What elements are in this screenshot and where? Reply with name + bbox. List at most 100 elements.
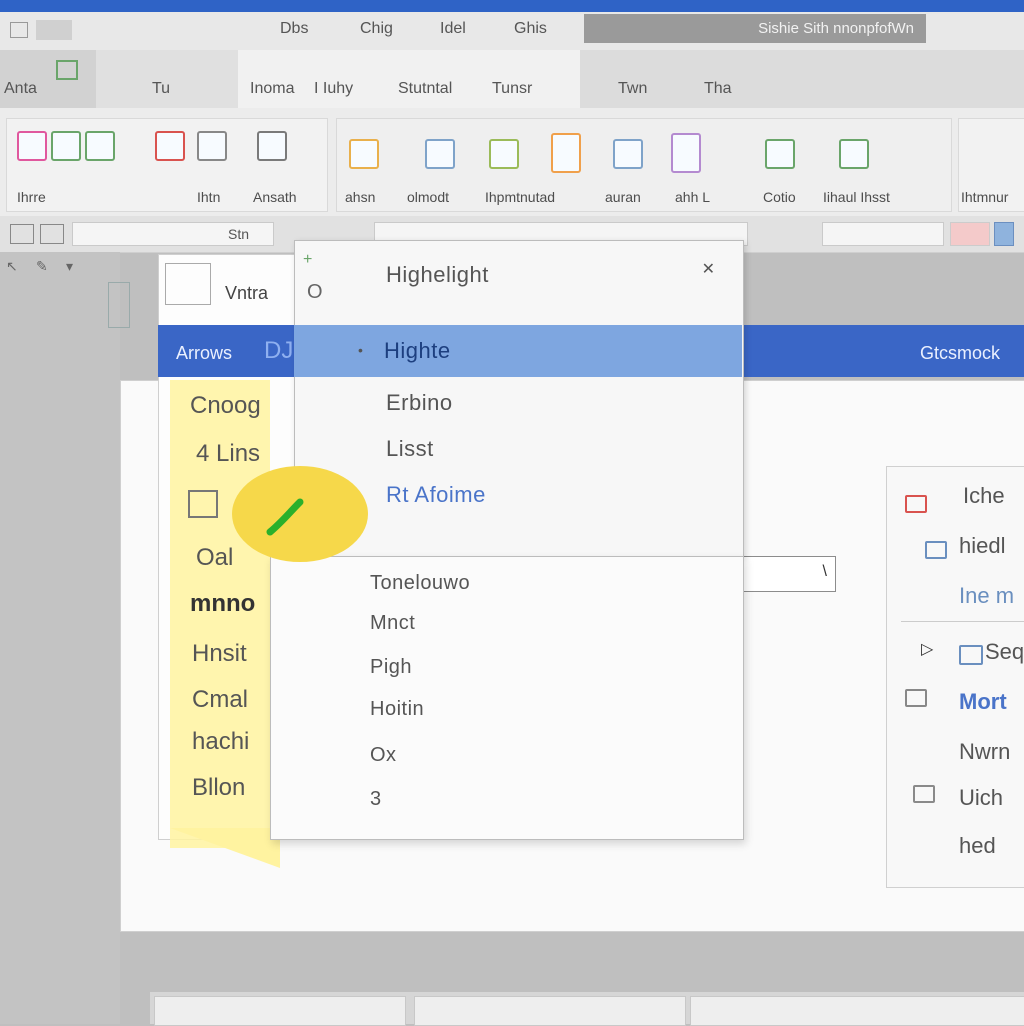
pen-icon[interactable]: ✎ bbox=[36, 258, 48, 275]
ribbon-label: Ihtmnur bbox=[961, 189, 1009, 205]
format-icon[interactable] bbox=[51, 131, 81, 161]
chart-icon[interactable] bbox=[155, 131, 185, 161]
header-right-label: Gtcsmock bbox=[920, 343, 1001, 363]
right-panel-item[interactable]: hiedl bbox=[959, 533, 1005, 559]
chevron-icon: \ bbox=[822, 563, 827, 580]
ribbon-tab-active-area: Inoma I Iuhy Stutntal Tunsr bbox=[238, 50, 580, 108]
folder-icon[interactable] bbox=[349, 139, 379, 169]
ribbon-label: Ihtn bbox=[197, 189, 221, 205]
right-panel-item[interactable]: Uich bbox=[959, 785, 1003, 811]
quick-access: Anta bbox=[0, 50, 96, 108]
tag-icon bbox=[905, 495, 927, 513]
right-panel: Iche hiedl Ine m ▷ Seq Mort Nwrn Uich he… bbox=[886, 466, 1024, 888]
ribbon-label: ahsn bbox=[345, 189, 376, 205]
menu-item[interactable]: 3 bbox=[370, 788, 382, 811]
ribbon-label: Ansath bbox=[253, 189, 297, 205]
ribbon-label: auran bbox=[605, 189, 641, 205]
panel-icon[interactable] bbox=[994, 222, 1014, 246]
panel-top-label: Vntra bbox=[225, 283, 269, 303]
tab-item[interactable]: Chig bbox=[360, 20, 393, 38]
printer-icon bbox=[925, 541, 947, 559]
menu-item[interactable]: Hoitin bbox=[370, 698, 424, 721]
ribbon-tab[interactable]: Tu bbox=[152, 80, 170, 98]
taskbar-item[interactable] bbox=[414, 996, 686, 1026]
right-panel-item[interactable]: Mort bbox=[959, 689, 1007, 715]
ribbon-tab[interactable]: Tha bbox=[704, 80, 732, 98]
ribbon-tab[interactable]: I Iuhy bbox=[314, 80, 353, 98]
paste-icon[interactable] bbox=[17, 131, 47, 161]
page-icon[interactable] bbox=[551, 133, 581, 173]
input-field[interactable]: \ bbox=[742, 556, 836, 592]
ribbon-tab[interactable]: Inoma bbox=[250, 80, 294, 98]
copy-icon[interactable] bbox=[40, 224, 64, 244]
ribbon-label: olmodt bbox=[407, 189, 450, 205]
ribbon-tab[interactable]: Tunsr bbox=[492, 80, 532, 98]
ribbon-tab[interactable]: Twn bbox=[618, 80, 647, 98]
tab-thumb-icon[interactable] bbox=[36, 20, 72, 40]
close-icon[interactable]: ✕ bbox=[702, 259, 715, 279]
title-bar bbox=[0, 0, 1024, 12]
menu-item-selected[interactable]: Highte bbox=[384, 338, 451, 364]
right-panel-item[interactable]: Ine m bbox=[959, 583, 1014, 609]
window-icon bbox=[10, 22, 28, 38]
arrow-icon[interactable]: ↖ bbox=[6, 258, 18, 275]
right-panel-item[interactable]: Iche bbox=[963, 483, 1005, 509]
ribbon-group-right: Ihtmnur bbox=[958, 118, 1024, 212]
toolbar-label: Stn bbox=[228, 226, 250, 242]
ribbon-tab[interactable]: Stutntal bbox=[398, 80, 452, 98]
tab-item[interactable]: Idel bbox=[440, 20, 466, 38]
right-panel-item[interactable]: hed bbox=[959, 833, 996, 859]
document-icon bbox=[56, 60, 78, 80]
list-item[interactable]: Cnoog bbox=[190, 392, 261, 420]
toolbar-field[interactable] bbox=[822, 222, 944, 246]
checkbox-icon[interactable] bbox=[188, 490, 218, 518]
taskbar-item[interactable] bbox=[154, 996, 406, 1026]
list-item[interactable]: Bllon bbox=[192, 774, 245, 802]
window-title: Sishie Sith nnonpfofWn bbox=[584, 14, 926, 43]
list-item[interactable]: 4 Lins bbox=[196, 440, 260, 468]
menu-item[interactable]: Lisst bbox=[386, 436, 434, 462]
table-icon[interactable] bbox=[85, 131, 115, 161]
shapes-icon[interactable] bbox=[165, 263, 211, 305]
layout-icon[interactable] bbox=[489, 139, 519, 169]
menu-item[interactable]: Tonelouwo bbox=[370, 572, 470, 595]
menu-item-highlight[interactable]: Highelight bbox=[386, 262, 489, 288]
shape-icon[interactable] bbox=[257, 131, 287, 161]
link-icon[interactable] bbox=[765, 139, 795, 169]
menu-item-link[interactable]: Rt Afoime bbox=[386, 482, 486, 508]
right-panel-item[interactable]: Seq bbox=[985, 639, 1024, 665]
ribbon-tab[interactable]: Anta bbox=[4, 80, 37, 98]
ribbon-label: Iihaul Ihsst bbox=[823, 189, 890, 205]
list-item[interactable]: mnno bbox=[190, 590, 255, 618]
swatch-icon[interactable] bbox=[950, 222, 990, 246]
list-item[interactable]: Hnsit bbox=[192, 640, 247, 668]
list-item[interactable]: Oal bbox=[196, 544, 233, 572]
tab-item[interactable]: Dbs bbox=[280, 20, 308, 38]
ribbon-group-main: ahsn olmodt Ihpmtnutad auran ahh L Cotio… bbox=[336, 118, 952, 212]
menu-item[interactable]: Erbino bbox=[386, 390, 453, 416]
menu-item[interactable]: Pigh bbox=[370, 656, 412, 679]
list-icon[interactable] bbox=[671, 133, 701, 173]
list-item[interactable]: Cmal bbox=[192, 686, 248, 714]
menu-item[interactable]: Mnct bbox=[370, 612, 415, 635]
ribbon-group-left: Ihrre Ihtn Ansath bbox=[6, 118, 328, 212]
window-icon[interactable] bbox=[10, 224, 34, 244]
header-left-label: Arrows bbox=[176, 343, 233, 363]
menu-item[interactable]: Ox bbox=[370, 744, 397, 767]
network-icon[interactable] bbox=[613, 139, 643, 169]
grid-icon[interactable] bbox=[197, 131, 227, 161]
taskbar-item[interactable] bbox=[690, 996, 1024, 1026]
dropdown-icon[interactable]: ▾ bbox=[66, 258, 73, 275]
ribbon-label: Cotio bbox=[763, 189, 796, 205]
ribbon-label: ahh L bbox=[675, 189, 711, 205]
divider bbox=[901, 621, 1024, 622]
gear-icon bbox=[905, 689, 927, 707]
right-panel-item[interactable]: Nwrn bbox=[959, 739, 1010, 765]
window-icon[interactable] bbox=[425, 139, 455, 169]
dropdown-submenu bbox=[270, 556, 744, 840]
list-item[interactable]: hachi bbox=[192, 728, 249, 756]
play-icon: ▷ bbox=[921, 641, 934, 658]
bookmark-icon[interactable] bbox=[839, 139, 869, 169]
tab-item[interactable]: Ghis bbox=[514, 20, 547, 38]
left-sidebar: ↖ ✎ ▾ bbox=[0, 252, 130, 1024]
